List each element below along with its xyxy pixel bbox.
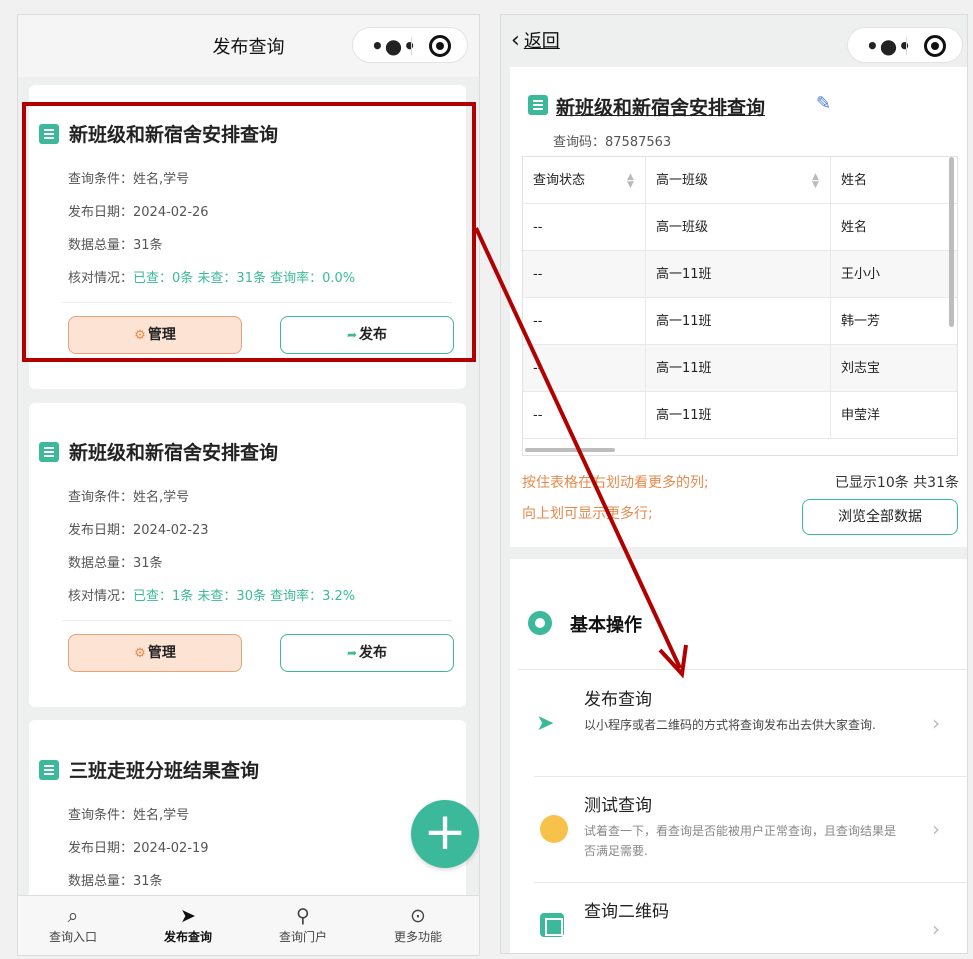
- card-divider: [62, 620, 452, 621]
- horizontal-scrollbar[interactable]: [525, 448, 615, 452]
- table-cell: --: [523, 298, 646, 345]
- section-divider: [518, 669, 967, 670]
- tab-query-entry[interactable]: ⌕ 查询入口: [18, 904, 128, 945]
- table-cell: 高一11班: [646, 298, 831, 345]
- settings-icon: [528, 611, 552, 635]
- right-phone: ‹ 返回 •●• 新班级和新宿舍安排查询 ✎ 查询码：87587563 查询状态 ▲…: [500, 14, 968, 954]
- table-row: -- 高一11班 王小小: [523, 251, 957, 298]
- mini-program-capsule[interactable]: •●•: [847, 27, 963, 63]
- col-header[interactable]: 查询状态 ▲ ▼: [523, 157, 646, 204]
- chevron-right-icon: ›: [932, 817, 940, 841]
- col-header[interactable]: 高一班级 ▲ ▼: [646, 157, 831, 204]
- query-condition: 查询条件：姓名,学号: [68, 490, 190, 505]
- table-cell: --: [523, 345, 646, 392]
- close-target-icon[interactable]: [924, 35, 946, 57]
- table-row: -- 高一班级 姓名: [523, 204, 957, 251]
- card-title: 三班走班分班结果查询: [69, 760, 260, 782]
- section-title: 基本操作: [570, 615, 642, 636]
- table-cell: --: [523, 392, 646, 439]
- capsule-divider: [906, 37, 907, 55]
- op-publish-query[interactable]: ➤ 发布查询 以小程序或者二维码的方式将查询发布出去供大家查询. ›: [510, 671, 967, 777]
- publish-date: 发布日期：2024-02-19: [68, 841, 209, 856]
- data-total: 数据总量：31条: [68, 556, 163, 571]
- card-title: 新班级和新宿舍安排查询: [69, 442, 279, 464]
- chevron-left-icon: ‹: [511, 28, 520, 53]
- table-cell: 姓名: [841, 220, 868, 235]
- query-card[interactable]: 三班走班分班结果查询 查询条件：姓名,学号 发布日期：2024-02-19 数据…: [29, 720, 466, 920]
- table-cell: --: [523, 204, 646, 251]
- left-navbar: 发布查询 •●•: [18, 15, 479, 77]
- chevron-right-icon: ›: [932, 917, 940, 941]
- table-cell: 刘志宝: [841, 361, 881, 376]
- table-cell: --: [523, 251, 646, 298]
- sitemap-icon: ⚲: [296, 905, 310, 927]
- close-target-icon[interactable]: [429, 35, 451, 57]
- sort-icon: ▲ ▼: [627, 172, 634, 190]
- table-cell: 高一班级: [646, 204, 831, 251]
- back-button[interactable]: ‹ 返回: [511, 27, 560, 53]
- basic-operations-panel: 基本操作 ➤ 发布查询 以小程序或者二维码的方式将查询发布出去供大家查询. › …: [510, 559, 967, 953]
- sort-icon: ▲ ▼: [812, 172, 819, 190]
- paper-plane-icon: ➤: [536, 711, 555, 736]
- publish-date: 发布日期：2024-02-23: [68, 523, 209, 538]
- op-test-query[interactable]: 测试查询 试着查一下，看查询是否能被用户正常查询，且查询结果是否满足需要. ›: [510, 777, 967, 883]
- send-icon: ➤: [180, 905, 196, 927]
- tab-publish-query[interactable]: ➤ 发布查询: [133, 904, 243, 945]
- browse-all-button[interactable]: 浏览全部数据: [802, 499, 958, 535]
- scroll-tip-columns: 按住表格在右划动看更多的列;: [522, 475, 709, 491]
- gear-icon: ⚙: [134, 646, 146, 661]
- share-icon: ➦: [346, 646, 358, 660]
- screenshot-root: 发布查询 •●• 新班级和新宿舍安排查询 查询条件：姓名,学号 发布日期：202…: [0, 0, 973, 959]
- tab-query-portal[interactable]: ⚲ 查询门户: [248, 904, 358, 945]
- tab-more-features[interactable]: ⊙ 更多功能: [363, 904, 473, 945]
- op-desc: 以小程序或者二维码的方式将查询发布出去供大家查询.: [584, 718, 876, 732]
- document-icon: [39, 760, 59, 780]
- op-name: 查询二维码: [584, 902, 669, 922]
- mini-program-capsule[interactable]: •●•: [352, 27, 468, 63]
- vertical-scrollbar[interactable]: [949, 157, 954, 327]
- op-name: 测试查询: [584, 796, 652, 816]
- more-icon: ⊙: [410, 905, 426, 927]
- document-icon: [528, 95, 548, 115]
- query-code: 查询码：87587563: [553, 135, 672, 150]
- row-count: 已显示10条 共31条: [834, 475, 959, 491]
- table-header: 查询状态 ▲ ▼ 高一班级 ▲ ▼ 姓名: [523, 157, 957, 204]
- bottom-tabbar: ⌕ 查询入口 ➤ 发布查询 ⚲ 查询门户 ⊙ 更多功能: [18, 895, 479, 955]
- table-cell: 高一11班: [646, 345, 831, 392]
- add-query-fab[interactable]: +: [411, 800, 479, 868]
- check-status: 核对情况：已查：1条 未查：30条 查询率：3.2%: [68, 589, 356, 604]
- qrcode-icon: [540, 913, 564, 937]
- document-icon: [39, 442, 59, 462]
- op-name: 发布查询: [584, 690, 652, 710]
- query-condition: 查询条件：姓名,学号: [68, 808, 190, 823]
- chevron-right-icon: ›: [932, 711, 940, 735]
- query-title[interactable]: 新班级和新宿舍安排查询: [556, 93, 765, 120]
- data-table[interactable]: 查询状态 ▲ ▼ 高一班级 ▲ ▼ 姓名 -- 高一班级 姓名 -- 高一11班 王小小…: [522, 156, 958, 456]
- query-detail-panel: 新班级和新宿舍安排查询 ✎ 查询码：87587563 查询状态 ▲ ▼ 高一班级 ▲ ▼…: [510, 67, 967, 547]
- table-row: -- 高一11班 申莹洋: [523, 392, 957, 439]
- search-icon: ⌕: [67, 905, 79, 927]
- query-card[interactable]: 新班级和新宿舍安排查询 查询条件：姓名,学号 发布日期：2024-02-23 数…: [29, 403, 466, 707]
- table-cell: 高一11班: [646, 251, 831, 298]
- scroll-tip-rows: 向上划可显示更多行;: [522, 506, 653, 522]
- op-desc: 试着查一下，看查询是否能被用户正常查询，且查询结果是否满足需要.: [584, 824, 897, 858]
- table-row: -- 高一11班 韩一芳: [523, 298, 957, 345]
- table-cell: 韩一芳: [841, 314, 881, 329]
- op-query-qrcode[interactable]: 查询二维码 ›: [510, 883, 967, 953]
- publish-button[interactable]: ➦ 发布: [280, 634, 454, 672]
- table-cell: 申莹洋: [841, 408, 881, 423]
- table-cell: 王小小: [841, 267, 881, 282]
- data-total: 数据总量：31条: [68, 874, 163, 889]
- edit-icon[interactable]: ✎: [816, 93, 831, 114]
- capsule-divider: [411, 37, 412, 55]
- right-navbar: ‹ 返回 •●•: [501, 15, 967, 65]
- table-cell: 高一11班: [646, 392, 831, 439]
- col-header[interactable]: 姓名: [831, 157, 957, 204]
- test-icon: [540, 815, 568, 843]
- table-row: -- 高一11班 刘志宝: [523, 345, 957, 392]
- manage-button[interactable]: ⚙ 管理: [68, 634, 242, 672]
- highlight-box: [22, 102, 476, 362]
